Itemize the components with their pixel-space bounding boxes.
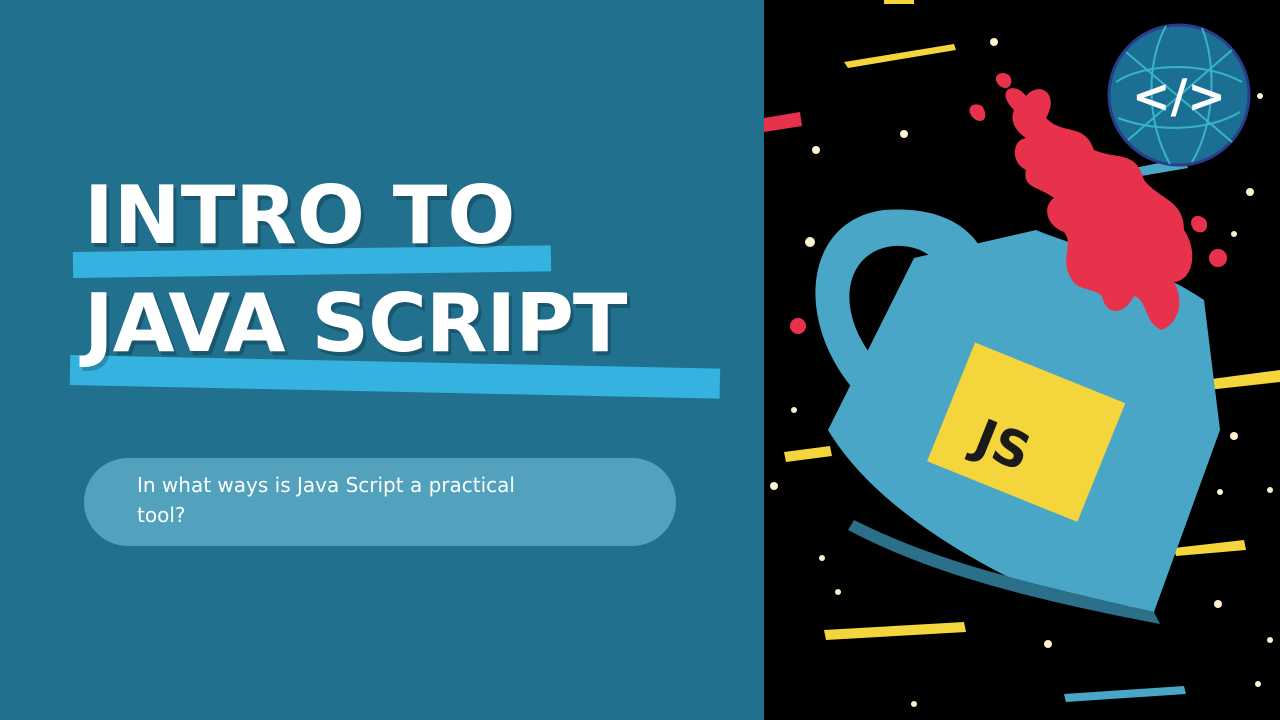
code-logo-badge: </> — [1106, 22, 1252, 168]
title-line-1: INTRO TO — [84, 169, 516, 262]
red-dot — [790, 318, 806, 334]
red-dot-right — [1209, 249, 1227, 267]
thumbnail: INTRO TO JAVA SCRIPT In what ways is Jav… — [0, 0, 1280, 720]
subtitle-text: In what ways is Java Script a practical … — [137, 473, 515, 527]
code-globe-icon: </> — [1107, 23, 1251, 167]
logo-code-text: </> — [1132, 69, 1226, 123]
title-line-2: JAVA SCRIPT — [84, 277, 627, 370]
